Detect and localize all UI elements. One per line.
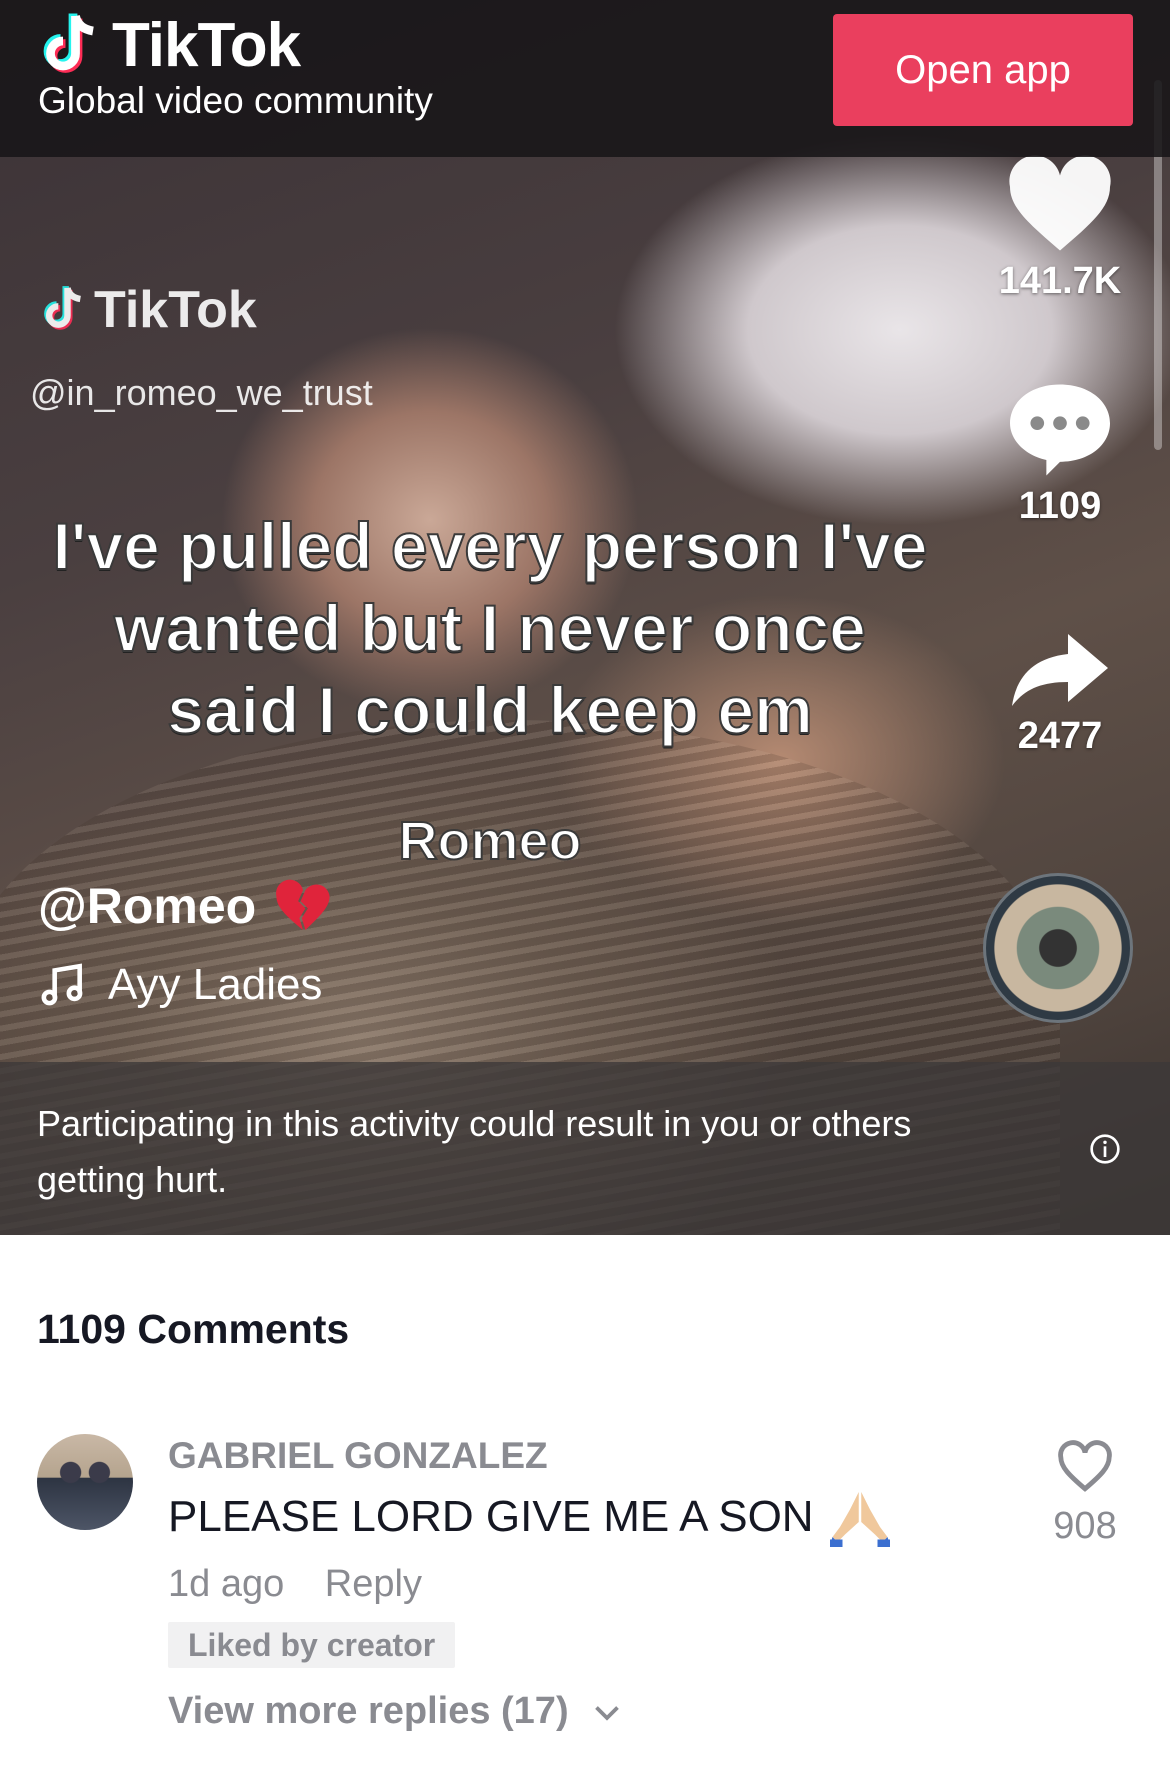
comments-heading: 1109 Comments [37, 1306, 350, 1352]
share-button[interactable]: 2477 [980, 630, 1140, 758]
heart-icon [1009, 155, 1111, 251]
view-more-replies-label: View more replies (17) [168, 1690, 569, 1732]
share-arrow-icon [1012, 634, 1108, 706]
safety-warning-banner: Participating in this activity could res… [0, 1062, 1170, 1235]
comment-meta: 1d ago Reply [168, 1563, 422, 1606]
video-watermark: TikTok [40, 280, 257, 340]
watermark-handle: @in_romeo_we_trust [30, 372, 373, 413]
app-logo[interactable]: TikTok [38, 10, 301, 81]
author-handle: @Romeo [38, 878, 257, 934]
comment-time: 1d ago [168, 1563, 285, 1605]
avatar[interactable] [37, 1434, 133, 1530]
comment-bubble-icon [1010, 384, 1110, 476]
like-button[interactable]: 141.7K [980, 155, 1140, 303]
comment-like-button[interactable]: 908 [1040, 1440, 1130, 1548]
comment-username[interactable]: GABRIEL GONZALEZ [168, 1435, 548, 1477]
sound-name: Ayy Ladies [108, 960, 323, 1009]
share-count: 2477 [1017, 715, 1103, 757]
video-caption-overlay: I've pulled every person I've wanted but… [51, 508, 928, 748]
comment-like-count: 908 [1053, 1505, 1117, 1547]
heart-outline-icon [1058, 1440, 1112, 1492]
comment-text: PLEASE LORD GIVE ME A SON [168, 1487, 890, 1547]
watermark-brand: TikTok [94, 281, 257, 339]
comment-body: PLEASE LORD GIVE ME A SON [168, 1492, 814, 1541]
comment-button[interactable]: 1109 [980, 380, 1140, 528]
music-note-icon [41, 963, 83, 1006]
like-count: 141.7K [998, 260, 1122, 302]
app-header: TikTok Global video community Open app [0, 0, 1170, 157]
info-icon[interactable] [1089, 1133, 1121, 1165]
video-author[interactable]: @Romeo [38, 877, 332, 935]
tiktok-logo-icon [43, 13, 94, 73]
tiktok-logo-icon [44, 286, 82, 330]
liked-by-creator-badge: Liked by creator [168, 1622, 456, 1668]
video-player[interactable]: TikTok @in_romeo_we_trust I've pulled ev… [0, 0, 1170, 1235]
broken-heart-icon [276, 879, 330, 931]
chevron-down-icon [594, 1705, 619, 1721]
view-more-replies-button[interactable]: View more replies (17) [168, 1690, 625, 1733]
reply-button[interactable]: Reply [325, 1563, 422, 1605]
sound-link[interactable]: Ayy Ladies [38, 960, 322, 1010]
safety-warning-text: Participating in this activity could res… [37, 1103, 912, 1200]
sound-disc[interactable] [983, 873, 1133, 1023]
video-caption-signature: Romeo [397, 810, 582, 872]
open-app-button[interactable]: Open app [833, 14, 1133, 126]
app-tagline: Global video community [38, 80, 433, 121]
app-name: TikTok [112, 11, 301, 80]
comment-count: 1109 [1018, 485, 1102, 527]
praying-hands-icon [829, 1492, 890, 1547]
